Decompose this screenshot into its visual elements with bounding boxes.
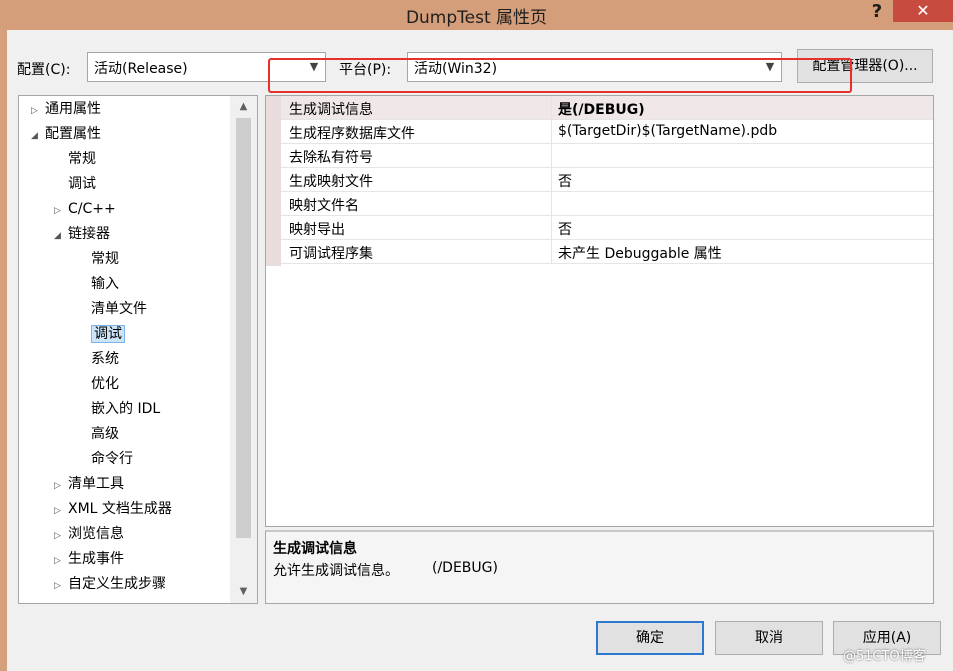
tree-item[interactable]: 输入 (77, 273, 119, 295)
property-value[interactable]: 是(/DEBUG) (558, 99, 645, 119)
property-value[interactable]: 否 (558, 219, 572, 239)
column-divider (551, 240, 552, 264)
watermark: @51CTO博客 (843, 649, 926, 664)
property-name: 去除私有符号 (289, 150, 373, 166)
description-panel: 生成调试信息 允许生成调试信息。 (/DEBUG) (265, 530, 934, 604)
property-name: 映射导出 (289, 222, 345, 238)
tree-item-label: 链接器 (68, 226, 110, 242)
help-button[interactable]: ? (862, 1, 892, 25)
config-combo-value: 活动(Release) (94, 61, 188, 77)
tree-item-label: 高级 (91, 426, 119, 442)
tree-item-label: 常规 (68, 151, 96, 167)
tree-item[interactable]: ▷ 自定义生成步骤 (54, 573, 166, 595)
property-row[interactable]: 可调试程序集 未产生 Debuggable 属性 (281, 240, 933, 264)
tree-scrollbar[interactable]: ▲ ▼ (230, 96, 257, 603)
tree-item[interactable]: 清单文件 (77, 298, 147, 320)
tree-item[interactable]: 调试 (54, 173, 96, 195)
tree-item[interactable]: ◢ 链接器 (54, 223, 110, 245)
tree-item-label: 调试 (91, 325, 125, 343)
tree-item-label: 生成事件 (68, 551, 124, 567)
tree-item[interactable]: ▷ XML 文档生成器 (54, 498, 172, 520)
description-text: 允许生成调试信息。 (273, 563, 399, 579)
tree-item-label: 优化 (91, 376, 119, 392)
expander-icon[interactable]: ▷ (54, 500, 68, 522)
property-row[interactable]: 映射文件名 (281, 192, 933, 216)
tree-item[interactable]: ▷ 浏览信息 (54, 523, 124, 545)
close-button[interactable]: ✕ (893, 0, 953, 22)
property-tree[interactable]: ▷ 自定义生成步骤 ▷ 生成事件 ▷ 浏览信息 ▷ XML 文档生成器 ▷ 清单工具 命令行 高级 嵌入… (18, 95, 258, 604)
tree-item[interactable]: 优化 (77, 373, 119, 395)
property-row[interactable]: 生成调试信息 是(/DEBUG) (281, 96, 933, 120)
property-name: 生成映射文件 (289, 174, 373, 190)
title-bar: DumpTest 属性页 ? ✕ (0, 0, 953, 30)
grid-gutter (266, 96, 281, 266)
tree-item-label: 浏览信息 (68, 526, 124, 542)
tree-item[interactable]: ▷ 清单工具 (54, 473, 124, 495)
expander-icon[interactable]: ◢ (54, 225, 68, 247)
tree-item[interactable]: ▷ 通用属性 (31, 98, 101, 120)
tree-item[interactable]: 系统 (77, 348, 119, 370)
property-name: 可调试程序集 (289, 246, 373, 262)
highlight-annotation (268, 58, 852, 93)
column-divider (551, 168, 552, 192)
tree-item-label: 常规 (91, 251, 119, 267)
column-divider (551, 120, 552, 144)
cancel-button[interactable]: 取消 (715, 621, 823, 655)
tree-item[interactable]: ◢ 配置属性 (31, 123, 101, 145)
expander-icon[interactable]: ▷ (54, 200, 68, 222)
property-row[interactable]: 生成程序数据库文件 $(TargetDir)$(TargetName).pdb (281, 120, 933, 144)
property-row[interactable]: 去除私有符号 (281, 144, 933, 168)
expander-icon[interactable]: ▷ (54, 475, 68, 497)
expander-icon[interactable]: ▷ (54, 575, 68, 597)
dialog-client: 配置(C): 活动(Release) ▼ 平台(P): 活动(Win32) ▼ … (7, 30, 953, 671)
tree-item-label: 系统 (91, 351, 119, 367)
expander-icon[interactable]: ▷ (54, 525, 68, 547)
property-name: 映射文件名 (289, 198, 359, 214)
description-switch: (/DEBUG) (432, 560, 498, 576)
column-divider (551, 192, 552, 216)
expander-icon[interactable]: ◢ (31, 125, 45, 147)
tree-item[interactable]: 常规 (54, 148, 96, 170)
property-row[interactable]: 映射导出 否 (281, 216, 933, 240)
scroll-down-icon[interactable]: ▼ (230, 583, 257, 601)
tree-item[interactable]: ▷ C/C++ (54, 198, 116, 220)
tree-item-label: 嵌入的 IDL (91, 401, 161, 417)
window-title: DumpTest 属性页 (405, 8, 548, 28)
tree-item-label: 调试 (68, 176, 96, 192)
expander-icon[interactable]: ▷ (31, 100, 45, 122)
tree-item[interactable]: 嵌入的 IDL (77, 398, 160, 420)
property-value[interactable]: 否 (558, 171, 572, 191)
tree-item-label: 自定义生成步骤 (68, 576, 166, 592)
tree-item-label: 命令行 (91, 451, 133, 467)
property-grid[interactable]: 生成调试信息 是(/DEBUG) 生成程序数据库文件 $(TargetDir)$(Ta… (265, 95, 934, 527)
tree-item-label: C/C++ (68, 201, 116, 217)
tree-item-label: 通用属性 (45, 101, 101, 117)
tree-item[interactable]: 高级 (77, 423, 119, 445)
tree-item-label: 配置属性 (45, 126, 101, 142)
column-divider (551, 96, 552, 120)
tree-item[interactable]: 调试 (77, 323, 125, 345)
tree-item[interactable]: 命令行 (77, 448, 133, 470)
description-title: 生成调试信息 (273, 541, 357, 557)
tree-item[interactable]: ▷ 生成事件 (54, 548, 124, 570)
column-divider (551, 216, 552, 240)
column-divider (551, 144, 552, 168)
scroll-up-icon[interactable]: ▲ (230, 98, 257, 116)
tree-item[interactable]: 常规 (77, 248, 119, 270)
config-label: 配置(C): (17, 62, 71, 78)
property-name: 生成程序数据库文件 (289, 126, 415, 142)
property-name: 生成调试信息 (289, 102, 373, 118)
expander-icon[interactable]: ▷ (54, 550, 68, 572)
ok-button[interactable]: 确定 (596, 621, 704, 655)
tree-item-label: XML 文档生成器 (68, 501, 172, 517)
tree-item-label: 输入 (91, 276, 119, 292)
property-value[interactable]: 未产生 Debuggable 属性 (558, 243, 722, 263)
tree-item-label: 清单文件 (91, 301, 147, 317)
property-row[interactable]: 生成映射文件 否 (281, 168, 933, 192)
scroll-thumb[interactable] (236, 118, 251, 538)
property-value[interactable]: $(TargetDir)$(TargetName).pdb (558, 123, 777, 139)
tree-item-label: 清单工具 (68, 476, 124, 492)
